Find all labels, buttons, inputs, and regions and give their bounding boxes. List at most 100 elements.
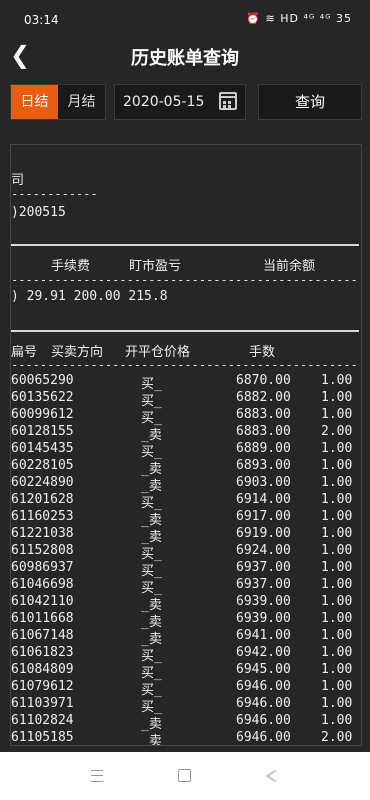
price-cell: 6917.00: [236, 509, 291, 524]
price-cell: 6882.00: [236, 390, 291, 405]
price-cell: 6946.00: [236, 730, 291, 745]
monthly-tab[interactable]: 月结: [58, 85, 105, 119]
lots-cell: 1.00: [321, 492, 353, 507]
trade-id-cell: 61102824: [11, 713, 74, 728]
price-cell: 6893.00: [236, 458, 291, 473]
table-row: 61011668 _卖 6939.00 1.00: [11, 611, 361, 630]
table-row: 61102824 _卖 6946.00 1.00: [11, 713, 361, 732]
price-cell: 6946.00: [236, 696, 291, 711]
trade-id-cell: 61084809: [11, 662, 74, 677]
menu-icon[interactable]: [91, 770, 103, 782]
trade-id-cell: 61042110: [11, 594, 74, 609]
price-cell: 6937.00: [236, 560, 291, 575]
trade-id-cell: 61221038: [11, 526, 74, 541]
lots-cell: 1.00: [321, 475, 353, 490]
table-row: 60224890 _卖 6903.00 1.00: [11, 475, 361, 494]
table-row: 61221038 _卖 6919.00 1.00: [11, 526, 361, 545]
dash-divider: ----------------------------------------…: [11, 358, 359, 372]
period-toggle: 日结 月结: [10, 84, 106, 120]
table-row: 60135622 买_ 6882.00 1.00: [11, 390, 361, 409]
page-title: 历史账单查询: [131, 48, 239, 69]
lots-cell: 1.00: [321, 594, 353, 609]
company-fragment: 司: [11, 173, 25, 188]
table-row: 61105185 _卖 6946.00 2.00: [11, 730, 361, 746]
price-cell: 6945.00: [236, 662, 291, 677]
system-nav-bar: [0, 752, 370, 800]
lots-cell: 1.00: [321, 441, 353, 456]
lots-cell: 1.00: [321, 373, 353, 388]
date-picker[interactable]: 2020-05-15: [114, 84, 246, 120]
lots-cell: 1.00: [321, 628, 353, 643]
table-row: 60065290 买_ 6870.00 1.00: [11, 373, 361, 392]
app-header: ❮ 历史账单查询: [0, 38, 370, 76]
table-row: 60986937 买_ 6937.00 1.00: [11, 560, 361, 579]
table-row: 61160253 _卖 6917.00 1.00: [11, 509, 361, 528]
lots-cell: 1.00: [321, 679, 353, 694]
calendar-icon[interactable]: [219, 92, 237, 110]
lots-cell: 1.00: [321, 696, 353, 711]
daily-tab[interactable]: 日结: [11, 85, 58, 119]
trade-id-cell: 60099612: [11, 407, 74, 422]
lots-cell: 1.00: [321, 560, 353, 575]
statement-date: )200515: [11, 205, 66, 220]
mtm-header: 盯市盈亏: [129, 259, 182, 274]
price-cell: 6939.00: [236, 611, 291, 626]
trade-id-cell: 61046698: [11, 577, 74, 592]
balance-header: 当前余额: [263, 259, 316, 274]
section-divider: [11, 244, 359, 246]
lots-cell: 1.00: [321, 509, 353, 524]
fee-header: 手续费: [51, 259, 91, 274]
price-cell: 6942.00: [236, 645, 291, 660]
lots-cell: 1.00: [321, 526, 353, 541]
trade-id-cell: 61067148: [11, 628, 74, 643]
lots-cell: 1.00: [321, 390, 353, 405]
price-cell: 6883.00: [236, 407, 291, 422]
status-bar: 03:14 ⏰ ≋ HD ⁴ᴳ ⁴ᴳ 35: [0, 0, 370, 38]
home-icon[interactable]: [178, 769, 191, 782]
table-row: 60228105 _卖 6893.00 1.00: [11, 458, 361, 477]
table-row: 61042110 _卖 6939.00 1.00: [11, 594, 361, 613]
query-button[interactable]: 查询: [258, 84, 362, 120]
price-cell: 6870.00: [236, 373, 291, 388]
table-row: 61103971 买_ 6946.00 1.00: [11, 696, 361, 715]
price-cell: 6924.00: [236, 543, 291, 558]
price-cell: 6939.00: [236, 594, 291, 609]
lots-cell: 1.00: [321, 645, 353, 660]
table-row: 61046698 买_ 6937.00 1.00: [11, 577, 361, 596]
trade-id-cell: 60228105: [11, 458, 74, 473]
statement-panel[interactable]: 司 ------------ )200515 手续费 盯市盈亏 当前余额 ---…: [10, 144, 362, 746]
status-icons: ⏰ ≋ HD ⁴ᴳ ⁴ᴳ 35: [246, 12, 352, 25]
trade-id-cell: 61103971: [11, 696, 74, 711]
direction-cell: _卖: [141, 734, 162, 746]
table-row: 60145435 买_ 6889.00 1.00: [11, 441, 361, 460]
trade-id-cell: 60128155: [11, 424, 74, 439]
table-row: 61067148 _卖 6941.00 1.00: [11, 628, 361, 647]
dash-divider: ------------: [11, 187, 98, 201]
trade-id-cell: 60065290: [11, 373, 74, 388]
trade-id-cell: 61105185: [11, 730, 74, 745]
table-row: 61152808 买_ 6924.00 1.00: [11, 543, 361, 562]
back-triangle-icon[interactable]: [266, 770, 276, 782]
price-cell: 6937.00: [236, 577, 291, 592]
table-row: 61084809 买_ 6945.00 1.00: [11, 662, 361, 681]
table-row: 61061823 买_ 6942.00 1.00: [11, 645, 361, 664]
summary-values: ) 29.91 200.00 215.8: [11, 289, 168, 304]
price-cell: 6919.00: [236, 526, 291, 541]
lots-cell: 1.00: [321, 713, 353, 728]
price-cell: 6946.00: [236, 679, 291, 694]
lots-cell: 1.00: [321, 407, 353, 422]
section-divider: [11, 330, 359, 332]
price-cell: 6941.00: [236, 628, 291, 643]
trade-id-cell: 60135622: [11, 390, 74, 405]
trade-list: 60065290 买_ 6870.00 1.00 60135622 买_ 6882.00 1.…: [11, 373, 361, 746]
price-cell: 6889.00: [236, 441, 291, 456]
lots-cell: 1.00: [321, 458, 353, 473]
table-row: 60099612 买_ 6883.00 1.00: [11, 407, 361, 426]
table-row: 61079612 买_ 6946.00 1.00: [11, 679, 361, 698]
price-cell: 6883.00: [236, 424, 291, 439]
dash-divider: ----------------------------------------…: [11, 273, 359, 287]
trade-id-cell: 61201628: [11, 492, 74, 507]
trade-id-cell: 61061823: [11, 645, 74, 660]
lots-cell: 1.00: [321, 611, 353, 626]
date-value: 2020-05-15: [123, 94, 205, 110]
